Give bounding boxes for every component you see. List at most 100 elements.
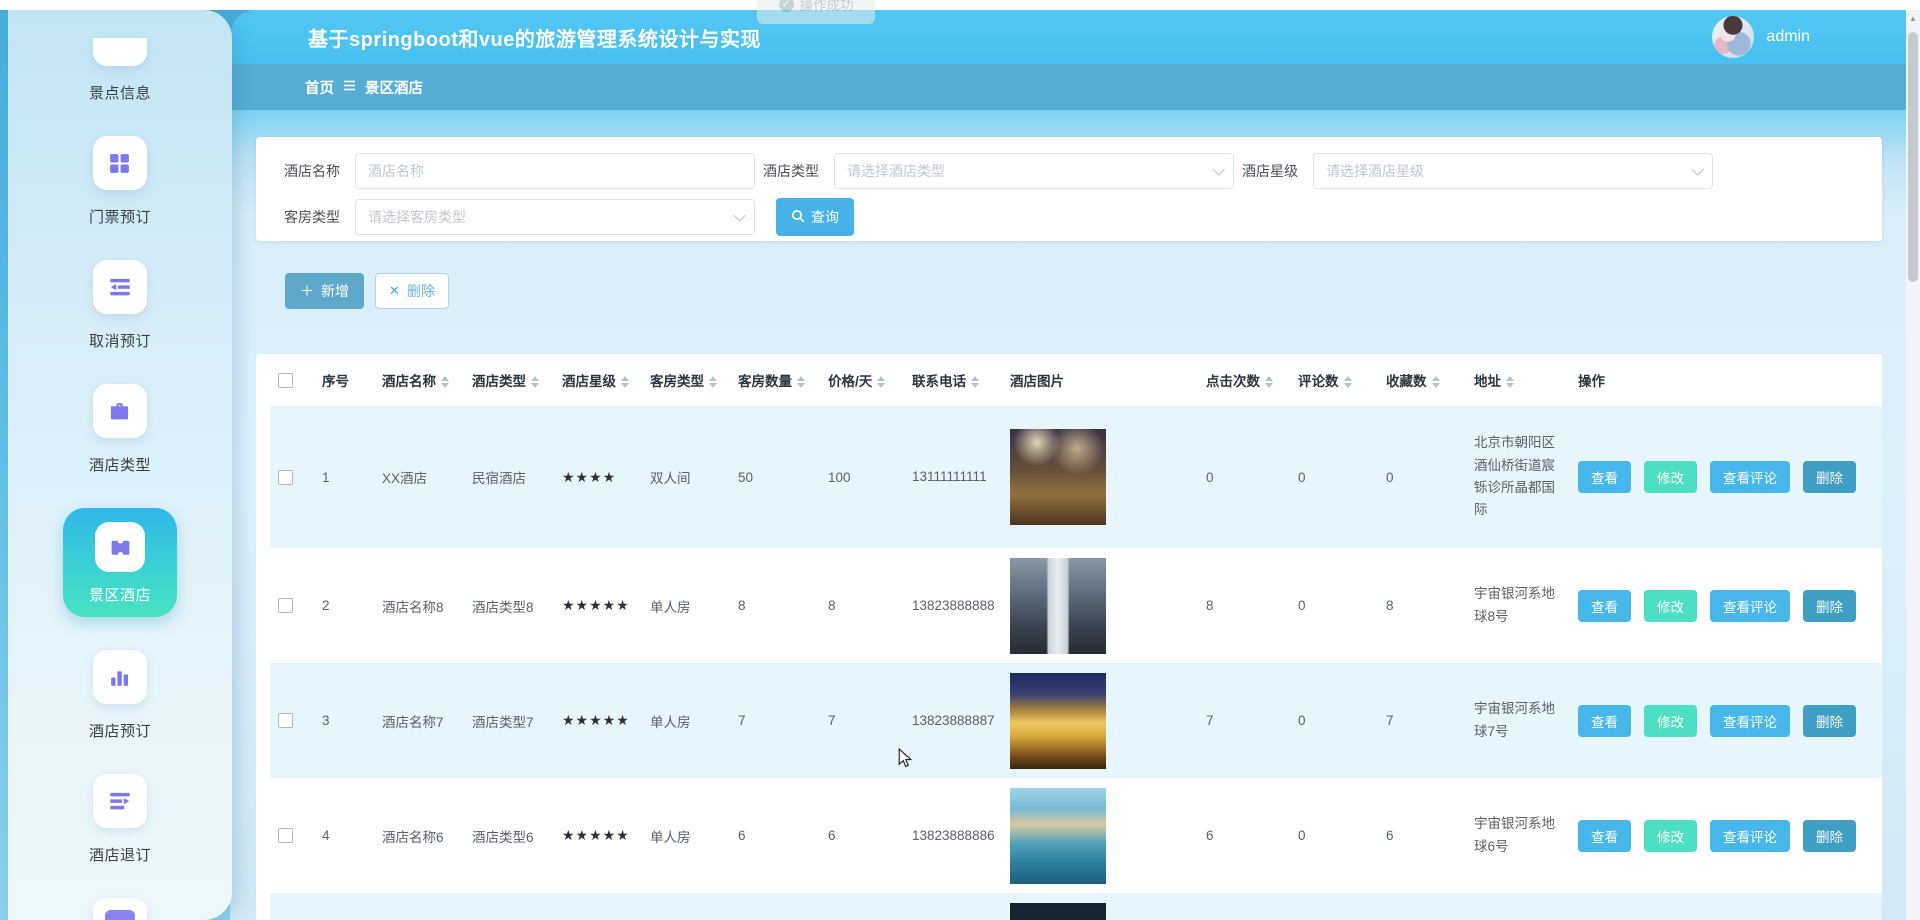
edit-button[interactable]: 修改	[1644, 461, 1697, 493]
column-header-price[interactable]: 价格/天	[820, 370, 904, 390]
cell-room-qty: 8	[730, 598, 820, 613]
table-row: 2 酒店名称8 酒店类型8 ★★★★★ 单人房 8 8 13823888888 …	[270, 548, 1882, 663]
sidebar-item-hotel-booking[interactable]: 酒店预订	[89, 650, 151, 741]
top-strip	[0, 0, 1920, 10]
select-all-checkbox[interactable]	[278, 373, 293, 388]
user-avatar[interactable]	[1712, 16, 1754, 58]
view-button[interactable]: 查看	[1578, 820, 1631, 852]
cell-address: 宇宙银河系地球6号	[1474, 813, 1560, 858]
column-header-hotel-type[interactable]: 酒店类型	[464, 370, 554, 390]
sort-icon[interactable]	[1432, 376, 1440, 388]
cell-room-type: 单人房	[642, 596, 730, 616]
sidebar-item-scenic-hotel[interactable]: 景区酒店	[63, 508, 177, 617]
view-comments-button[interactable]: 查看评论	[1710, 820, 1790, 852]
scrollbar-thumb[interactable]	[1908, 32, 1918, 282]
cell-comments: 0	[1290, 828, 1378, 843]
hotel-name-field	[355, 153, 755, 189]
view-button[interactable]: 查看	[1578, 461, 1631, 493]
sidebar-item-cancel-booking[interactable]: 取消预订	[89, 260, 151, 351]
delete-row-button[interactable]: 删除	[1803, 705, 1856, 737]
sidebar-item-statistics[interactable]	[93, 898, 147, 920]
breadcrumb-home[interactable]: 首页	[305, 77, 334, 98]
main-area: 基于springboot和vue的旅游管理系统设计与实现 admin 首页 景区…	[230, 10, 1906, 920]
sidebar: 景点信息 门票预订 取消预订 酒店类型 景区酒店 酒店预订 酒店退订	[8, 10, 232, 920]
hotel-star-label: 酒店星级	[1242, 161, 1304, 181]
app-header: 基于springboot和vue的旅游管理系统设计与实现 admin	[230, 10, 1906, 64]
sort-icon[interactable]	[797, 376, 805, 388]
row-checkbox[interactable]	[278, 713, 293, 728]
edit-button[interactable]: 修改	[1644, 705, 1697, 737]
view-comments-button[interactable]: 查看评论	[1710, 590, 1790, 622]
cell-index: 4	[314, 828, 374, 843]
row-checkbox[interactable]	[278, 470, 293, 485]
hotel-star-select[interactable]: 请选择酒店星级	[1313, 153, 1713, 189]
view-button[interactable]: 查看	[1578, 705, 1631, 737]
view-button[interactable]: 查看	[1578, 590, 1631, 622]
ticket-icon	[95, 522, 145, 572]
cell-clicks: 6	[1198, 828, 1290, 843]
edit-button[interactable]: 修改	[1644, 590, 1697, 622]
breadcrumb: 首页 景区酒店	[230, 64, 1906, 110]
username: admin	[1766, 28, 1810, 46]
cell-index: 2	[314, 598, 374, 613]
sort-icon[interactable]	[971, 376, 979, 388]
cell-phone: 13823888888	[912, 595, 998, 617]
column-header-hotel-star[interactable]: 酒店星级	[554, 370, 642, 390]
user-box[interactable]: admin	[1712, 10, 1810, 64]
sort-icon[interactable]	[1344, 376, 1352, 388]
sidebar-item-hotel-type[interactable]: 酒店类型	[89, 384, 151, 475]
row-checkbox[interactable]	[278, 598, 293, 613]
column-header-favorites[interactable]: 收藏数	[1378, 370, 1466, 390]
hotel-type-select[interactable]: 请选择酒店类型	[834, 153, 1234, 189]
sidebar-item-label: 景点信息	[89, 82, 151, 103]
chevron-down-icon	[1691, 163, 1704, 176]
sort-icon[interactable]	[531, 376, 539, 388]
column-header-comments[interactable]: 评论数	[1290, 370, 1378, 390]
sidebar-item-scenic-info[interactable]: 景点信息	[89, 10, 151, 103]
cell-phone: 13111111111	[912, 466, 998, 488]
column-header-photo: 酒店图片	[1002, 370, 1198, 390]
search-button[interactable]: 查询	[776, 198, 854, 236]
hotel-name-input[interactable]	[368, 154, 742, 188]
room-type-select[interactable]: 请选择客房类型	[355, 199, 755, 235]
sort-icon[interactable]	[441, 376, 449, 388]
hotel-photo-dark	[1010, 903, 1106, 920]
hotel-type-label: 酒店类型	[763, 161, 825, 181]
delete-row-button[interactable]: 删除	[1803, 461, 1856, 493]
delete-button[interactable]: ✕ 删除	[375, 273, 449, 309]
cell-favorites: 6	[1378, 828, 1466, 843]
scrollbar[interactable]: ▲	[1906, 10, 1920, 920]
column-header-room-qty[interactable]: 客房数量	[730, 370, 820, 390]
view-comments-button[interactable]: 查看评论	[1710, 705, 1790, 737]
column-header-phone[interactable]: 联系电话	[904, 370, 1002, 390]
column-header-index[interactable]: 序号	[314, 370, 374, 390]
toolbar: ＋ 新增 ✕ 删除	[256, 273, 1882, 309]
sidebar-item-ticket-booking[interactable]: 门票预订	[89, 136, 151, 227]
plus-icon: ＋	[300, 281, 314, 301]
delete-row-button[interactable]: 删除	[1803, 820, 1856, 852]
toast-message: ✓ 操作成功	[757, 0, 875, 24]
column-header-hotel-name[interactable]: 酒店名称	[374, 370, 464, 390]
view-comments-button[interactable]: 查看评论	[1710, 461, 1790, 493]
sort-icon[interactable]	[621, 376, 629, 388]
column-header-room-type[interactable]: 客房类型	[642, 370, 730, 390]
sort-icon[interactable]	[1506, 376, 1514, 388]
cell-room-qty: 50	[730, 470, 820, 485]
cell-hotel-type: 酒店类型8	[464, 596, 554, 616]
scrollbar-up-arrow[interactable]: ▲	[1906, 10, 1920, 27]
sort-icon[interactable]	[709, 376, 717, 388]
sort-icon[interactable]	[1265, 376, 1273, 388]
sidebar-item-label: 门票预订	[89, 206, 151, 227]
hotel-photo-palace	[1010, 673, 1106, 769]
sort-icon[interactable]	[877, 376, 885, 388]
delete-row-button[interactable]: 删除	[1803, 590, 1856, 622]
add-button[interactable]: ＋ 新增	[285, 273, 364, 309]
table-row: 1 XX酒店 民宿酒店 ★★★★ 双人间 50 100 13111111111 …	[270, 406, 1882, 548]
column-header-clicks[interactable]: 点击次数	[1198, 370, 1290, 390]
cell-hotel-name: 酒店名称7	[374, 711, 464, 731]
column-header-address[interactable]: 地址	[1466, 370, 1570, 390]
sidebar-item-hotel-cancel[interactable]: 酒店退订	[89, 774, 151, 865]
cell-price: 100	[820, 470, 904, 485]
edit-button[interactable]: 修改	[1644, 820, 1697, 852]
row-checkbox[interactable]	[278, 828, 293, 843]
